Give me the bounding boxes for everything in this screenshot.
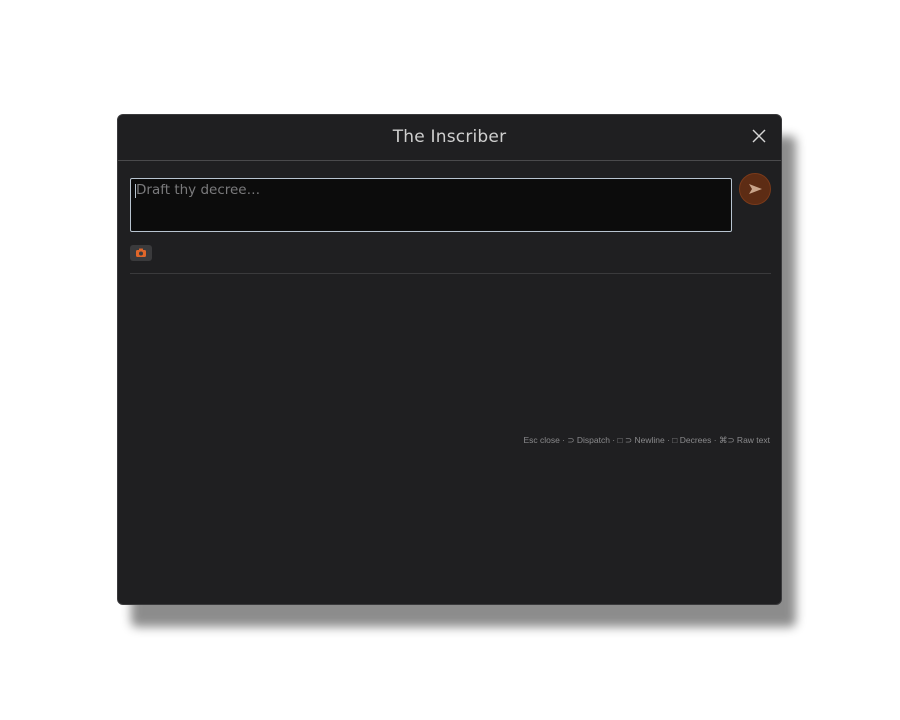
send-button[interactable]	[739, 173, 771, 205]
inscriber-dialog: The Inscriber Draft thy decree… Esc clos…	[117, 114, 782, 605]
close-button[interactable]	[751, 128, 767, 144]
decree-input-placeholder: Draft thy decree…	[136, 182, 261, 198]
dialog-title: The Inscriber	[392, 127, 507, 147]
close-icon	[752, 129, 766, 143]
send-icon	[749, 184, 762, 194]
camera-icon	[136, 248, 146, 257]
attach-button[interactable]	[130, 245, 152, 261]
decree-input[interactable]: Draft thy decree…	[130, 178, 732, 232]
titlebar: The Inscriber	[118, 115, 781, 161]
keyboard-hints: Esc close · ⊃ Dispatch · □ ⊃ Newline · □…	[523, 435, 770, 445]
divider	[130, 273, 771, 274]
